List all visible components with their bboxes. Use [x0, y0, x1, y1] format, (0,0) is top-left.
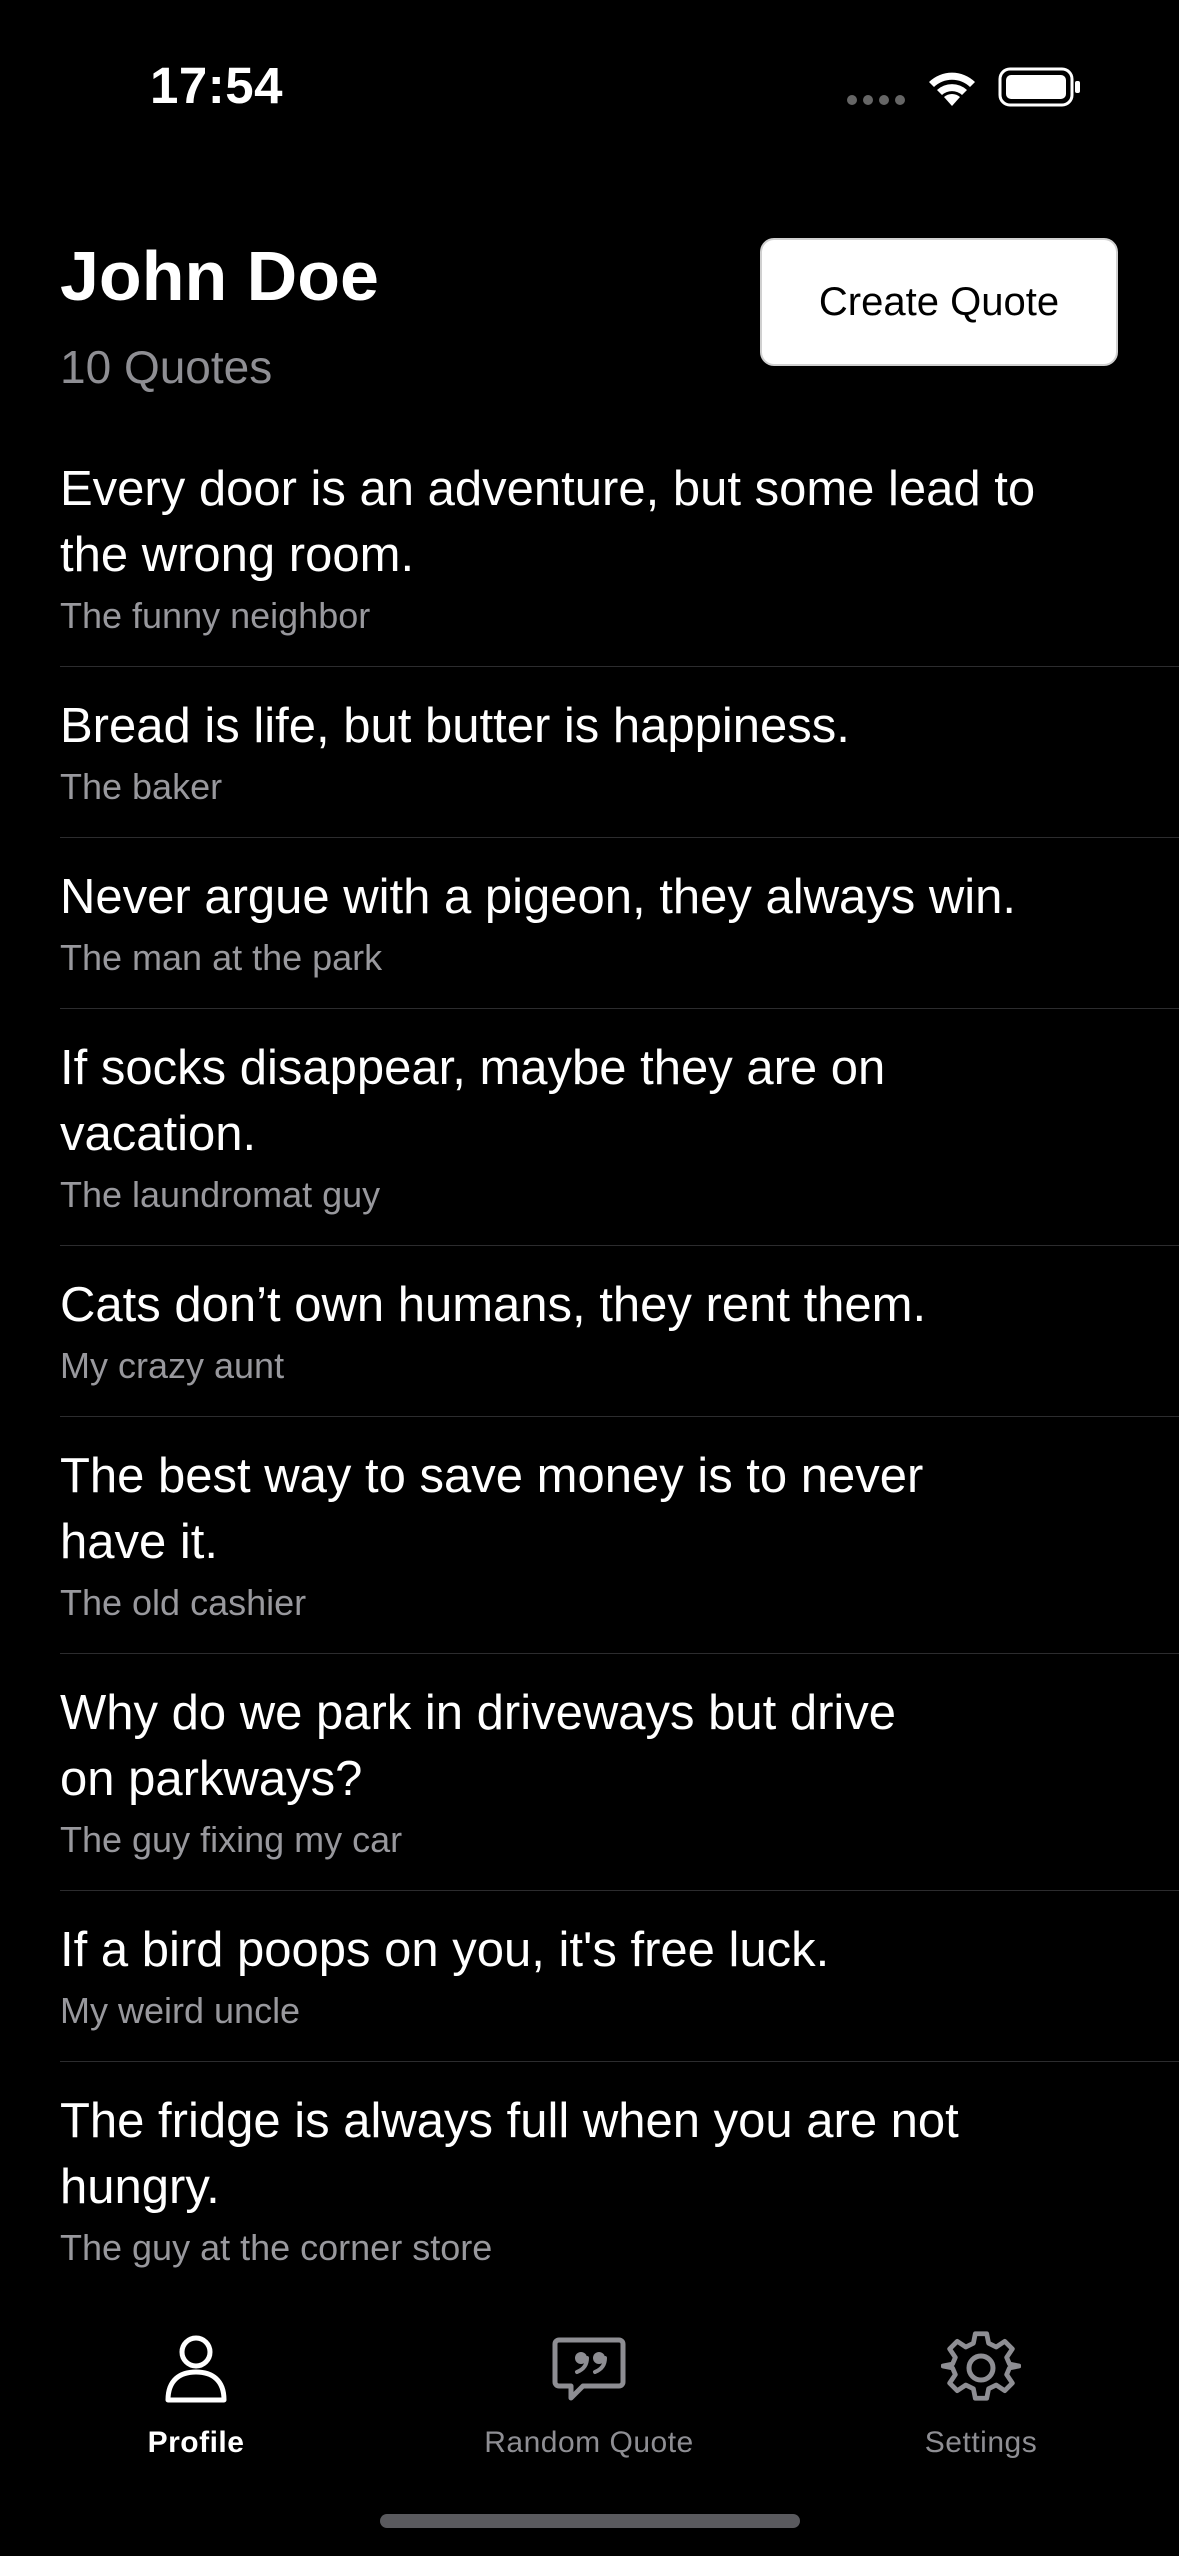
quote-row[interactable]: If a bird poops on you, it's free luck. …	[60, 1891, 1179, 2062]
tab-label: Random Quote	[484, 2426, 694, 2459]
quote-row[interactable]: The best way to save money is to never h…	[60, 1417, 1179, 1654]
quote-row[interactable]: The fridge is always full when you are n…	[60, 2062, 1179, 2292]
quote-author: The guy at the corner store	[60, 2227, 493, 2268]
quote-count: 10 Quotes	[60, 341, 273, 393]
quote-text: Every door is an adventure, but some lea…	[60, 462, 1036, 582]
quote-author: The laundromat guy	[60, 1174, 381, 1215]
profile-name: John Doe	[60, 237, 379, 315]
battery-icon	[998, 67, 1080, 107]
quote-author: The man at the park	[60, 937, 383, 978]
tab-profile[interactable]: Profile	[46, 2328, 346, 2478]
quote-row[interactable]: Why do we park in driveways but drive on…	[60, 1654, 1179, 1891]
quote-row[interactable]: Bread is life, but butter is happiness. …	[60, 667, 1179, 838]
quote-list[interactable]: Every door is an adventure, but some lea…	[60, 430, 1179, 2292]
person-icon	[165, 2335, 227, 2403]
gear-icon	[941, 2331, 1021, 2401]
quote-author: The funny neighbor	[60, 595, 371, 636]
tab-label: Profile	[147, 2426, 245, 2459]
quote-row[interactable]: Cats don’t own humans, they rent them. M…	[60, 1246, 1179, 1417]
tab-label: Settings	[924, 2426, 1038, 2459]
quote-row[interactable]: If socks disappear, maybe they are on va…	[60, 1009, 1179, 1246]
quote-author: My crazy aunt	[60, 1345, 285, 1386]
home-indicator[interactable]	[380, 2514, 800, 2528]
quote-text: If socks disappear, maybe they are on va…	[60, 1041, 886, 1161]
quote-author: The guy fixing my car	[60, 1819, 403, 1860]
quote-author: The baker	[60, 766, 223, 807]
cellular-signal-icon	[847, 95, 905, 105]
tab-random-quote[interactable]: Random Quote	[439, 2328, 739, 2478]
quote-row[interactable]: Never argue with a pigeon, they always w…	[60, 838, 1179, 1009]
create-quote-button[interactable]: Create Quote	[760, 238, 1118, 366]
quote-row[interactable]: Every door is an adventure, but some lea…	[60, 430, 1179, 667]
quote-text: Cats don’t own humans, they rent them.	[60, 1278, 927, 1332]
quote-text: If a bird poops on you, it's free luck.	[60, 1923, 830, 1977]
status-bar: 17:54	[0, 0, 1179, 150]
wifi-icon	[929, 72, 975, 106]
quote-bubble-icon	[552, 2337, 626, 2401]
tab-settings[interactable]: Settings	[831, 2328, 1131, 2478]
quote-text: The fridge is always full when you are n…	[60, 2094, 959, 2214]
quote-text: Why do we park in driveways but drive on…	[60, 1686, 897, 1806]
quote-author: My weird uncle	[60, 1990, 301, 2031]
quote-text: Never argue with a pigeon, they always w…	[60, 870, 1017, 924]
status-time: 17:54	[150, 57, 283, 114]
quote-author: The old cashier	[60, 1582, 307, 1623]
quote-text: The best way to save money is to never h…	[60, 1449, 924, 1569]
quote-text: Bread is life, but butter is happiness.	[60, 699, 850, 753]
